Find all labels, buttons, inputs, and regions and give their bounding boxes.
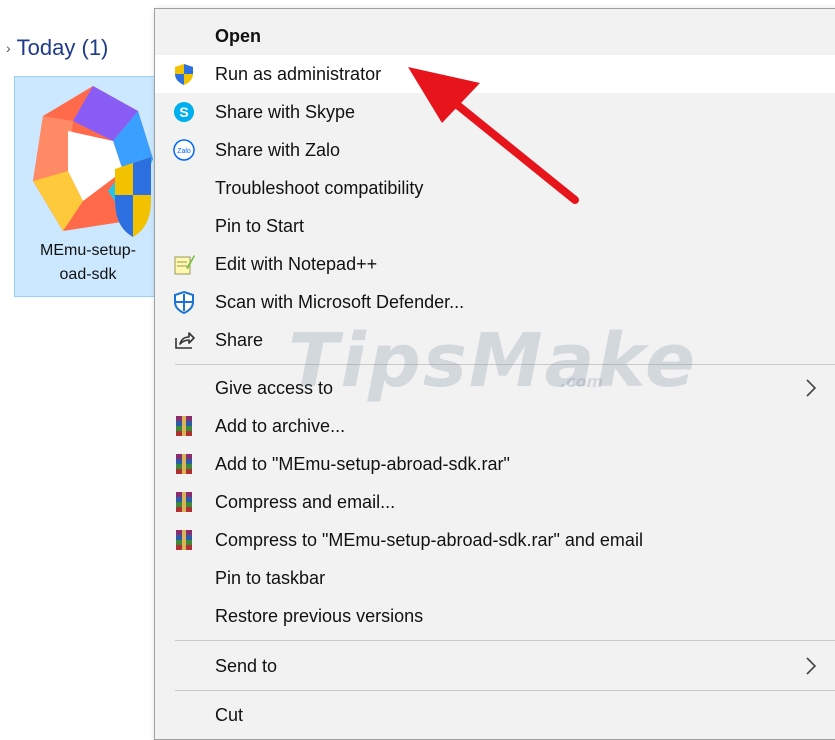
menu-item-cut[interactable]: Cut: [155, 696, 835, 734]
share-icon: [175, 332, 195, 349]
winrar-icon: [176, 416, 192, 436]
menu-item-scan-with-defender[interactable]: Scan with Microsoft Defender...: [155, 283, 835, 321]
svg-text:Zalo: Zalo: [177, 148, 191, 155]
menu-item-compress-to-rar-and-email[interactable]: Compress to "MEmu-setup-abroad-sdk.rar" …: [155, 521, 835, 559]
chevron-collapse-icon[interactable]: ›: [6, 40, 11, 56]
menu-item-add-to-rar[interactable]: Add to "MEmu-setup-abroad-sdk.rar": [155, 445, 835, 483]
menu-item-add-to-archive[interactable]: Add to archive...: [155, 407, 835, 445]
menu-item-give-access-to[interactable]: Give access to: [155, 369, 835, 407]
menu-item-pin-to-taskbar[interactable]: Pin to taskbar: [155, 559, 835, 597]
menu-item-share-with-zalo[interactable]: Zalo Share with Zalo: [155, 131, 835, 169]
svg-text:S: S: [179, 104, 188, 120]
menu-item-share[interactable]: Share: [155, 321, 835, 359]
menu-separator: [175, 690, 835, 691]
selected-file[interactable]: MEmu-setup- oad-sdk: [14, 76, 160, 297]
memu-app-icon: [33, 86, 153, 237]
chevron-right-icon: [806, 657, 817, 675]
winrar-icon: [176, 530, 192, 550]
chevron-right-icon: [806, 379, 817, 397]
menu-item-share-with-skype[interactable]: S Share with Skype: [155, 93, 835, 131]
group-header[interactable]: › Today (1): [6, 32, 108, 64]
menu-item-troubleshoot-compatibility[interactable]: Troubleshoot compatibility: [155, 169, 835, 207]
menu-item-compress-and-email[interactable]: Compress and email...: [155, 483, 835, 521]
file-name: MEmu-setup- oad-sdk: [39, 242, 137, 283]
menu-item-send-to[interactable]: Send to: [155, 647, 835, 685]
menu-item-restore-previous-versions[interactable]: Restore previous versions: [155, 597, 835, 635]
menu-separator: [175, 640, 835, 641]
zalo-icon: Zalo: [173, 139, 195, 161]
group-label: Today (1): [16, 35, 109, 60]
menu-item-pin-to-start[interactable]: Pin to Start: [155, 207, 835, 245]
winrar-icon: [176, 454, 192, 474]
winrar-icon: [176, 492, 192, 512]
shield-icon: [175, 64, 193, 85]
menu-item-edit-with-notepad-plus-plus[interactable]: Edit with Notepad++: [155, 245, 835, 283]
menu-item-open[interactable]: Open: [155, 17, 835, 55]
skype-icon: S: [174, 102, 194, 122]
notepad-plus-plus-icon: [174, 255, 195, 275]
defender-icon: [174, 290, 194, 314]
menu-separator: [175, 364, 835, 365]
context-menu: Open Run as administrator S Share with S…: [154, 8, 835, 740]
menu-item-run-as-administrator[interactable]: Run as administrator: [155, 55, 835, 93]
